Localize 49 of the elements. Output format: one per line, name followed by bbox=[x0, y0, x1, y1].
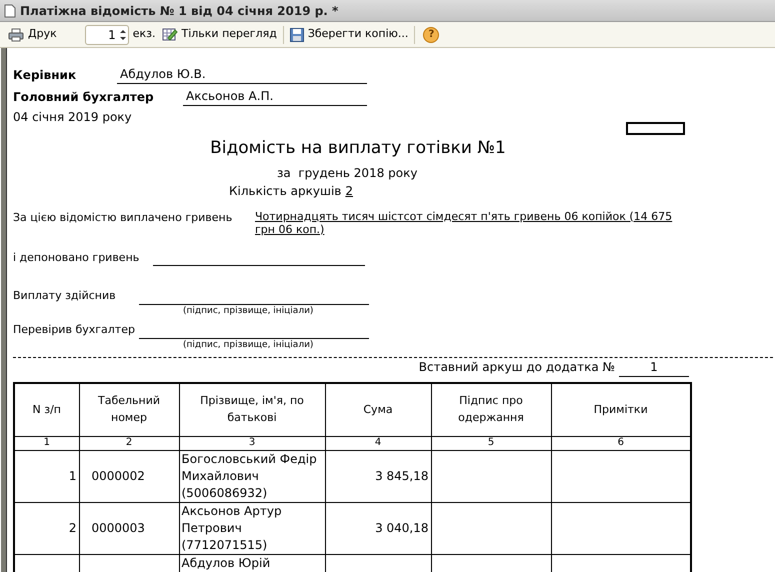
sign-line-label: Виплату здійснив bbox=[13, 288, 117, 304]
table-cell: Аксьонов Артур Петрович (7712071515) bbox=[179, 502, 325, 554]
table-cell: 3 040,18 bbox=[325, 502, 431, 554]
column-number: 6 bbox=[551, 436, 691, 450]
table-cell: 2 bbox=[14, 502, 79, 554]
insert-sheet-label: Вставний аркуш до додатка № bbox=[418, 359, 615, 376]
signature-name: Аксьонов А.П. bbox=[183, 87, 367, 106]
column-header: Підпис про одержання bbox=[431, 383, 551, 436]
window-title: Платіжна відомість № 1 від 04 січня 2019 р. * bbox=[20, 2, 338, 20]
table-pencil-icon bbox=[162, 27, 178, 42]
column-number: 2 bbox=[79, 436, 179, 450]
table-cell: Богословський Федір Михайлович (5006086932) bbox=[179, 450, 325, 502]
document-date: 04 січня 2019 року bbox=[13, 109, 132, 126]
signature-label: Керівник bbox=[13, 67, 78, 84]
help-button[interactable]: ? bbox=[423, 26, 440, 42]
table-cell: 3 845,18 bbox=[325, 450, 431, 502]
copies-spinner[interactable]: 1 bbox=[84, 24, 129, 44]
column-header: Сума bbox=[325, 383, 431, 436]
period-text: за грудень 2018 року bbox=[277, 164, 418, 182]
column-header: Прізвище, ім'я, по батькові bbox=[179, 383, 325, 436]
sheets-label: Кількість аркушів bbox=[229, 182, 342, 200]
paid-label: За цією відомістю виплачено гривень bbox=[13, 210, 234, 226]
column-header: Табельний номер bbox=[79, 383, 179, 436]
table-cell: Абдулов Юрій bbox=[179, 554, 325, 572]
save-copy-button[interactable]: Зберегти копію... bbox=[288, 26, 410, 43]
paid-amount: Чотирнадцять тисяч шістсот сімдесят п'ять гривень 06 копійок (14 675 грн 06 коп.) bbox=[255, 210, 674, 236]
sign-line-hint: (підпис, прізвище, ініціали) bbox=[183, 338, 314, 352]
document-icon bbox=[4, 4, 16, 18]
signature-label: Головний бухгалтер bbox=[13, 89, 155, 106]
column-header: N з/п bbox=[14, 383, 79, 436]
deposited-label: і депоновано гривень bbox=[13, 250, 140, 266]
table-cell: 0000002 bbox=[79, 450, 179, 502]
column-number: 4 bbox=[325, 436, 431, 450]
printer-icon bbox=[8, 28, 24, 42]
sign-line-hint: (підпис, прізвище, ініціали) bbox=[183, 304, 314, 318]
table-cell: 1 bbox=[14, 450, 79, 502]
signature-name: Абдулов Ю.В. bbox=[117, 65, 367, 84]
column-number: 3 bbox=[179, 436, 325, 450]
document-title: Відомість на виплату готівки №1 bbox=[209, 137, 507, 160]
sign-line-label: Перевірив бухгалтер bbox=[13, 322, 136, 338]
sheets-count: 2 bbox=[345, 182, 353, 200]
column-number: 1 bbox=[14, 436, 79, 450]
view-only-button[interactable]: Тільки перегляд bbox=[160, 26, 279, 43]
column-number: 5 bbox=[431, 436, 551, 450]
table-cell: 0000003 bbox=[79, 502, 179, 554]
blank-frame bbox=[626, 122, 685, 135]
copies-unit: екз. bbox=[132, 26, 156, 42]
print-button[interactable]: Друк bbox=[4, 26, 61, 43]
insert-sheet-number: 1 bbox=[619, 358, 689, 377]
